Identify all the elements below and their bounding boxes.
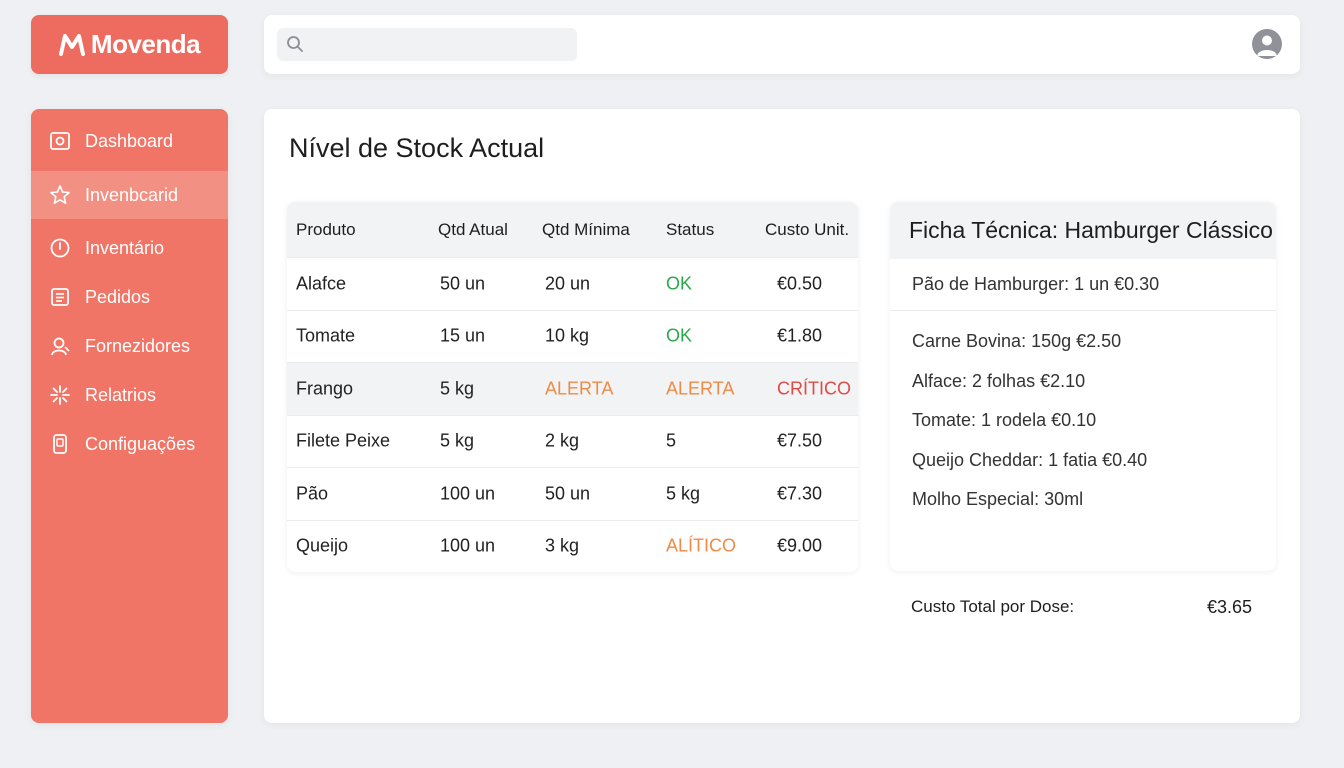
device-icon	[53, 434, 67, 454]
sidebar-item-relatorios[interactable]: Relatrios	[31, 371, 228, 419]
product-name: Frango	[296, 378, 354, 399]
recipe-ingredient: Pão de Hamburger: 1 un €0.30	[890, 259, 1276, 311]
user-avatar-icon	[1257, 35, 1277, 56]
product-name: Tomate	[296, 325, 356, 346]
qty-current: 100 un	[440, 535, 496, 556]
column-header[interactable]: Qtd Atual	[438, 220, 508, 240]
table-row[interactable]: Pão 100 un 50 un 5 kg €7.30	[287, 467, 858, 520]
qty-min: 50 un	[545, 483, 591, 504]
column-header[interactable]: Status	[666, 220, 714, 240]
unit-cost: €7.30	[777, 483, 823, 504]
sidebar-item-inventario[interactable]: Inventário	[31, 224, 228, 272]
status-badge: OK	[666, 325, 693, 346]
column-header[interactable]: Custo Unit.	[765, 220, 849, 240]
status-badge: 5 kg	[666, 483, 701, 504]
search-input[interactable]	[277, 28, 577, 61]
sidebar-item-label: Pedidos	[85, 286, 151, 307]
status-badge: ALERTA	[666, 378, 735, 399]
unit-cost: €7.50	[777, 430, 823, 451]
table-header: Produto Qtd Atual Qtd Mínima Status Cust…	[287, 202, 858, 257]
status-badge: OK	[666, 273, 693, 294]
product-name: Queijo	[296, 535, 349, 556]
recipe-ingredient-list: Carne Bovina: 150g €2.50 Alface: 2 folha…	[890, 311, 1276, 520]
sidebar-item-label: Relatrios	[85, 384, 157, 405]
total-cost-label: Custo Total por Dose:	[911, 597, 1075, 616]
unit-cost: €1.80	[777, 325, 823, 346]
recipe-title: Ficha Técnica: Hamburger Clássico	[890, 202, 1276, 259]
clock-icon	[50, 238, 70, 258]
status-badge: ALÍTICO	[666, 535, 737, 556]
qty-min: 3 kg	[545, 535, 580, 556]
unit-cost: €0.50	[777, 273, 823, 294]
recipe-ingredient: Carne Bovina: 150g €2.50	[912, 331, 1122, 352]
sidebar-item-label: Invenbcarid	[85, 184, 179, 205]
unit-cost: €9.00	[777, 535, 823, 556]
clipboard-icon	[51, 288, 69, 306]
table-row[interactable]: Alafce 50 un 20 un OK €0.50	[287, 257, 858, 310]
qty-min: ALERTA	[545, 378, 614, 399]
sidebar-item-fornecedores[interactable]: Fornezidores	[31, 322, 228, 370]
sidebar-item-pedidos[interactable]: Pedidos	[31, 273, 228, 321]
qty-current: 100 un	[440, 483, 496, 504]
qty-min: 2 kg	[545, 430, 580, 451]
table-row[interactable]: Filete Peixe 5 kg 2 kg 5 €7.50	[287, 414, 858, 468]
stock-table: Produto Qtd Atual Qtd Mínima Status Cust…	[287, 202, 858, 572]
sidebar-item-label: Inventário	[85, 237, 165, 258]
sidebar: Dashboard Invenbcarid Inventário Pedidos…	[31, 109, 228, 723]
main-panel: Nível de Stock Actual Produto Qtd Atual …	[264, 109, 1300, 723]
user-icon	[51, 337, 70, 356]
status-badge: 5	[666, 430, 677, 451]
column-header[interactable]: Produto	[296, 220, 356, 240]
recipe-card: Ficha Técnica: Hamburger Clássico Pão de…	[890, 202, 1276, 571]
star-icon	[50, 185, 70, 204]
sidebar-item-dashboard[interactable]: Dashboard	[31, 117, 228, 165]
search-icon	[287, 36, 303, 52]
page-title: Nível de Stock Actual	[289, 133, 545, 163]
product-name: Pão	[296, 483, 329, 504]
product-name: Filete Peixe	[296, 430, 391, 451]
qty-min: 10 kg	[545, 325, 590, 346]
total-cost-value: €3.65	[1206, 597, 1252, 617]
sidebar-item-label: Fornezidores	[85, 335, 191, 356]
sparkle-icon	[50, 385, 70, 405]
qty-current: 15 un	[440, 325, 486, 346]
recipe-ingredient: Queijo Cheddar: 1 fatia €0.40	[912, 449, 1148, 470]
recipe-ingredient: Alface: 2 folhas €2.10	[912, 370, 1086, 391]
sidebar-item-label: Dashboard	[85, 130, 174, 151]
brand-mark-icon	[58, 33, 85, 56]
sidebar-item-configuracoes[interactable]: Configuações	[31, 420, 228, 468]
table-row[interactable]: Tomate 15 un 10 kg OK €1.80	[287, 309, 858, 363]
brand-logo[interactable]: Movenda	[31, 15, 228, 74]
recipe-ingredient: Tomate: 1 rodela €0.10	[912, 410, 1097, 431]
recipe-ingredient: Molho Especial: 30ml	[912, 489, 1084, 510]
brand-name: Movenda	[90, 29, 201, 59]
qty-current: 5 kg	[440, 430, 475, 451]
sidebar-item-inventory-active[interactable]: Invenbcarid	[31, 171, 228, 219]
unit-cost: CRÍTICO	[777, 378, 851, 399]
sidebar-item-label: Configuações	[85, 433, 196, 454]
table-row[interactable]: Queijo 100 un 3 kg ALÍTICO €9.00	[287, 519, 858, 573]
qty-current: 50 un	[440, 273, 486, 294]
qty-current: 5 kg	[440, 378, 475, 399]
top-bar	[264, 15, 1300, 74]
column-header[interactable]: Qtd Mínima	[542, 220, 630, 240]
product-name: Alafce	[296, 273, 347, 294]
user-avatar[interactable]	[1252, 29, 1282, 59]
dashboard-icon	[50, 132, 70, 150]
table-row[interactable]: Frango 5 kg ALERTA ALERTA CRÍTICO	[287, 362, 858, 415]
qty-min: 20 un	[545, 273, 591, 294]
